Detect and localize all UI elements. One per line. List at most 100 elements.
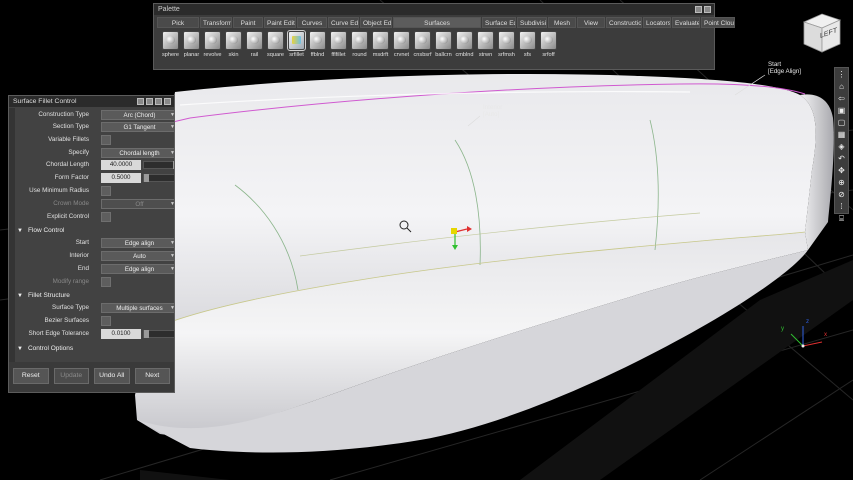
- variable-fillets-checkbox[interactable]: [101, 135, 111, 145]
- slider-knob[interactable]: [144, 174, 149, 182]
- tool-ballcrn[interactable]: ballcrn: [433, 31, 454, 58]
- short-edge-tolerance-slider[interactable]: [143, 330, 174, 338]
- annotation-interior-label: Interior: [483, 104, 503, 111]
- tab-surfaces[interactable]: Surfaces: [393, 17, 481, 28]
- form-factor-slider[interactable]: [143, 174, 174, 182]
- chordal-length-slider[interactable]: [143, 161, 174, 169]
- home-icon[interactable]: ⌂: [836, 82, 847, 92]
- tab-pick[interactable]: Pick: [157, 17, 199, 28]
- tool-strwn[interactable]: strwn: [475, 31, 496, 58]
- tab-curves[interactable]: Curves: [297, 17, 327, 28]
- slider-knob[interactable]: [173, 161, 174, 169]
- row-variable-fillets: Variable Fillets: [17, 135, 170, 146]
- palette-close-button[interactable]: [704, 6, 711, 13]
- planar-icon: [183, 31, 200, 50]
- row-use-min-radius: Use Minimum Radius: [17, 186, 170, 197]
- tab-evaluate[interactable]: Evaluate: [672, 17, 700, 28]
- zoom-icon[interactable]: ⊕: [836, 178, 847, 188]
- tool-cnsbsrf[interactable]: cnsbsrf: [412, 31, 433, 58]
- update-button[interactable]: Update: [53, 368, 89, 384]
- construction-type-select[interactable]: Arc (Chord) ▼: [101, 110, 174, 120]
- tool-planar[interactable]: planar: [181, 31, 202, 58]
- tool-square[interactable]: square: [265, 31, 286, 58]
- tool-crvnet[interactable]: crvnet: [391, 31, 412, 58]
- dropdown-arrow-icon: ▼: [170, 240, 174, 246]
- tab-surface-edit[interactable]: Surface Edit: [482, 17, 516, 28]
- viewcube[interactable]: LEFT: [798, 8, 846, 56]
- sfs-icon: [519, 31, 536, 50]
- tool-srfmsh[interactable]: srfmsh: [496, 31, 517, 58]
- slider-knob[interactable]: [144, 330, 149, 338]
- tool-msdrft[interactable]: msdrft: [370, 31, 391, 58]
- tool-cmblnd[interactable]: cmblnd: [454, 31, 475, 58]
- section-fillet-structure[interactable]: ▼ Fillet Structure: [17, 290, 170, 301]
- track-icon[interactable]: ✥: [836, 166, 847, 176]
- section-control-options[interactable]: ▼ Control Options: [17, 343, 170, 354]
- fillet-title: Surface Fillet Control: [13, 98, 77, 105]
- end-select[interactable]: Edge align ▼: [101, 264, 174, 274]
- start-select[interactable]: Edge align ▼: [101, 238, 174, 248]
- surface-type-select[interactable]: Multiple surfaces ▼: [101, 303, 174, 313]
- tool-round[interactable]: round: [349, 31, 370, 58]
- use-min-radius-checkbox[interactable]: [101, 186, 111, 196]
- tab-point-clouds[interactable]: Point Clouds: [701, 17, 735, 28]
- tool-revolve[interactable]: revolve: [202, 31, 223, 58]
- palette-minimize-button[interactable]: [695, 6, 702, 13]
- tool-ffblnd[interactable]: ffblnd: [307, 31, 328, 58]
- tab-curve-edit[interactable]: Curve Edit: [328, 17, 359, 28]
- tool-fflfillet[interactable]: fflfillet: [328, 31, 349, 58]
- dots-icon[interactable]: ⁞: [836, 202, 847, 212]
- tool-srfillet[interactable]: srfillet: [286, 30, 307, 58]
- modify-range-checkbox[interactable]: [101, 277, 111, 287]
- tool-skin[interactable]: skin: [223, 31, 244, 58]
- bookmark-icon[interactable]: ⌸: [836, 214, 847, 224]
- interior-select[interactable]: Auto ▼: [101, 251, 174, 261]
- specify-select[interactable]: Chordal length ▼: [101, 148, 174, 158]
- crown-mode-select[interactable]: Off ▼: [101, 199, 174, 209]
- fit-view-icon[interactable]: ▣: [836, 106, 847, 116]
- form-factor-field[interactable]: 0.5000: [101, 173, 141, 183]
- tag-icon[interactable]: ⊘: [836, 190, 847, 200]
- row-specify: Specify Chordal length ▼: [17, 148, 174, 159]
- dolly-icon[interactable]: ▦: [836, 130, 847, 140]
- dropdown-arrow-icon: ▼: [170, 112, 174, 118]
- axis-x-label: x: [824, 331, 828, 338]
- grip-icon[interactable]: ⋮: [836, 70, 847, 80]
- chordal-length-field[interactable]: 40.0000: [101, 160, 141, 170]
- tab-object-edit[interactable]: Object Edit: [360, 17, 392, 28]
- palette-tools: sphere planar revolve skin rail square s…: [160, 30, 708, 58]
- section-flow-control[interactable]: ▼ Flow Control: [17, 225, 170, 236]
- tab-transform[interactable]: Transform: [200, 17, 232, 28]
- tab-paint-edit[interactable]: Paint Edit: [264, 17, 296, 28]
- fillet-titlebar[interactable]: Surface Fillet Control: [9, 96, 174, 107]
- next-button[interactable]: Next: [134, 368, 170, 384]
- tab-mesh[interactable]: Mesh: [548, 17, 576, 28]
- explicit-control-checkbox[interactable]: [101, 212, 111, 222]
- undo-view-icon[interactable]: ↶: [836, 154, 847, 164]
- fillet-scrollbar[interactable]: [9, 108, 15, 362]
- fillet-help-button[interactable]: [137, 98, 144, 105]
- back-arrow-icon[interactable]: ⇦: [836, 94, 847, 104]
- expand-triangle-icon: ▼: [17, 346, 23, 352]
- fillet-close-button[interactable]: [164, 98, 171, 105]
- frame-icon[interactable]: ▢: [836, 118, 847, 128]
- tab-locators[interactable]: Locators: [643, 17, 671, 28]
- dropdown-arrow-icon: ▼: [170, 266, 174, 272]
- tumble-icon[interactable]: ◈: [836, 142, 847, 152]
- tool-sfs[interactable]: sfs: [517, 31, 538, 58]
- fillet-minimize-button[interactable]: [146, 98, 153, 105]
- tab-view[interactable]: View: [577, 17, 605, 28]
- palette-titlebar[interactable]: Palette: [154, 4, 714, 15]
- reset-button[interactable]: Reset: [13, 368, 49, 384]
- short-edge-tolerance-field[interactable]: 0.0100: [101, 329, 141, 339]
- tab-construction[interactable]: Construction: [606, 17, 642, 28]
- tool-rail[interactable]: rail: [244, 31, 265, 58]
- fillet-maximize-button[interactable]: [155, 98, 162, 105]
- undo-all-button[interactable]: Undo All: [94, 368, 130, 384]
- tab-subdivision[interactable]: Subdivision: [517, 17, 547, 28]
- tool-srfoff[interactable]: srfoff: [538, 31, 559, 58]
- tab-paint[interactable]: Paint: [233, 17, 263, 28]
- bezier-surfaces-checkbox[interactable]: [101, 316, 111, 326]
- tool-sphere[interactable]: sphere: [160, 31, 181, 58]
- section-type-select[interactable]: G1 Tangent ▼: [101, 122, 174, 132]
